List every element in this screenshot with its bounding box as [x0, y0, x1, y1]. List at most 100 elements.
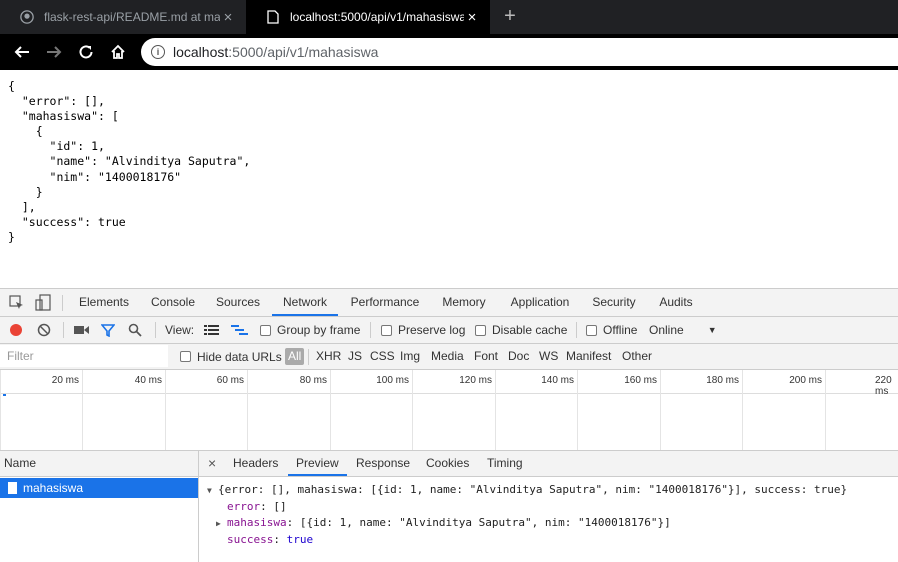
dropdown-arrow-icon: ▼: [707, 325, 717, 335]
preview-root-row[interactable]: ▼ {error: [], mahasiswa: [{id: 1, name: "…: [207, 482, 847, 499]
inspect-element-icon[interactable]: [9, 295, 24, 313]
clear-icon: [37, 323, 51, 337]
timeline-tick: [0, 370, 1, 450]
filter-type-js[interactable]: JS: [348, 344, 362, 369]
expanded-triangle-icon[interactable]: ▼: [207, 483, 215, 499]
detail-tab-response[interactable]: Response: [356, 451, 410, 476]
screenshot-button[interactable]: [74, 317, 89, 343]
browser-tab-strip: flask-rest-api/README.md at ma × localho…: [0, 0, 898, 34]
list-icon: [204, 325, 219, 335]
record-icon: [10, 324, 22, 336]
throttling-select[interactable]: Online ▼: [649, 317, 717, 343]
filter-type-doc[interactable]: Doc: [508, 344, 529, 369]
preserve-log-checkbox[interactable]: Preserve log: [381, 317, 465, 343]
tab-console[interactable]: Console: [143, 289, 203, 316]
filter-type-all[interactable]: All: [285, 348, 305, 365]
filter-type-font[interactable]: Font: [474, 344, 498, 369]
timeline-tick-label: 140 ms: [541, 375, 574, 386]
timeline-tick-label: 40 ms: [134, 375, 162, 386]
filter-type-css[interactable]: CSS: [370, 344, 395, 369]
disable-cache-checkbox[interactable]: Disable cache: [475, 317, 567, 343]
filter-type-ws[interactable]: WS: [539, 344, 558, 369]
tab-sources[interactable]: Sources: [210, 289, 266, 316]
reload-icon: [79, 45, 93, 59]
back-arrow-icon: [14, 46, 29, 58]
filter-bar: Hide data URLs All XHR JS CSS Img Media …: [0, 344, 898, 370]
detail-tabbar: × Headers Preview Response Cookies Timin…: [199, 451, 898, 477]
detail-tab-preview[interactable]: Preview: [288, 451, 347, 476]
column-header-name[interactable]: Name: [0, 451, 198, 477]
checkbox-box[interactable]: [260, 324, 271, 336]
timeline-tick-label: 20 ms: [51, 375, 79, 386]
close-tab-icon[interactable]: ×: [220, 9, 236, 26]
close-tab-icon[interactable]: ×: [464, 9, 480, 26]
json-line: "success": true: [8, 214, 126, 229]
preview-mahasiswa-row[interactable]: ▶ mahasiswa: [{id: 1, name: "Alvinditya S…: [207, 515, 847, 532]
request-list: Name mahasiswa: [0, 451, 199, 562]
preview-error-row: error: []: [227, 500, 287, 513]
tab-audits[interactable]: Audits: [652, 289, 700, 316]
filter-type-media[interactable]: Media: [431, 344, 464, 369]
record-button[interactable]: [9, 317, 23, 343]
timeline-tick: [165, 370, 166, 450]
document-icon: [8, 482, 17, 494]
tab-memory[interactable]: Memory: [436, 289, 492, 316]
timeline-tick: [577, 370, 578, 450]
group-by-frame-checkbox[interactable]: Group by frame: [260, 317, 360, 343]
network-overview-timeline[interactable]: 20 ms 40 ms 60 ms 80 ms 100 ms 120 ms 14…: [0, 370, 898, 451]
filter-type-xhr[interactable]: XHR: [316, 344, 341, 369]
json-response-body: { "error": [], "mahasiswa": [ { "id": 1,…: [8, 79, 250, 245]
hide-data-urls-checkbox[interactable]: Hide data URLs: [180, 344, 282, 369]
browser-tab-api[interactable]: localhost:5000/api/v1/mahasiswa ×: [246, 0, 490, 34]
request-name: mahasiswa: [23, 481, 84, 495]
large-rows-button[interactable]: [204, 317, 219, 343]
search-button[interactable]: [128, 317, 142, 343]
timeline-tick: [82, 370, 83, 450]
json-line: "error": [],: [8, 94, 105, 109]
new-tab-button[interactable]: +: [500, 5, 520, 28]
request-row[interactable]: mahasiswa: [0, 478, 198, 498]
json-line: "nim": "1400018176": [8, 169, 182, 184]
checkbox-box[interactable]: [586, 324, 597, 336]
filter-type-img[interactable]: Img: [400, 344, 420, 369]
checkbox-box[interactable]: [381, 324, 392, 336]
devtools-panel: Elements Console Sources Network Perform…: [0, 288, 898, 562]
waterfall-overview-button[interactable]: [231, 317, 248, 343]
tab-performance[interactable]: Performance: [346, 289, 424, 316]
timeline-tick-label: 120 ms: [459, 375, 492, 386]
timeline-tick-label: 200 ms: [789, 375, 822, 386]
timeline-tick: [495, 370, 496, 450]
forward-button[interactable]: [40, 38, 68, 66]
close-detail-icon[interactable]: ×: [208, 451, 216, 476]
offline-checkbox[interactable]: Offline: [586, 317, 637, 343]
json-line: }: [8, 229, 15, 244]
device-toolbar-icon[interactable]: [35, 294, 51, 314]
collapsed-triangle-icon[interactable]: ▶: [216, 516, 224, 532]
site-info-icon[interactable]: i: [151, 45, 165, 59]
waterfall-icon: [231, 325, 248, 335]
filter-input[interactable]: [0, 345, 168, 367]
request-bar: [3, 394, 6, 396]
filter-toggle-button[interactable]: [101, 317, 115, 343]
timeline-tick: [330, 370, 331, 450]
timeline-tick-label: 220 ms: [875, 375, 892, 397]
checkbox-box[interactable]: [180, 351, 191, 362]
checkbox-box[interactable]: [475, 324, 486, 336]
home-button[interactable]: [104, 38, 132, 66]
detail-tab-headers[interactable]: Headers: [233, 451, 278, 476]
filter-type-manifest[interactable]: Manifest: [566, 344, 611, 369]
tab-application[interactable]: Application: [503, 289, 577, 316]
reload-button[interactable]: [72, 38, 100, 66]
browser-tab-readme[interactable]: flask-rest-api/README.md at ma ×: [0, 0, 246, 34]
detail-tab-timing[interactable]: Timing: [487, 451, 523, 476]
browser-toolbar: i localhost:5000/api/v1/mahasiswa: [0, 34, 898, 70]
separator: [62, 295, 63, 311]
clear-button[interactable]: [37, 317, 51, 343]
tab-elements[interactable]: Elements: [73, 289, 135, 316]
address-bar[interactable]: i localhost:5000/api/v1/mahasiswa: [141, 38, 898, 66]
detail-tab-cookies[interactable]: Cookies: [426, 451, 469, 476]
filter-type-other[interactable]: Other: [622, 344, 652, 369]
tab-network[interactable]: Network: [272, 289, 338, 316]
back-button[interactable]: [8, 38, 36, 66]
tab-security[interactable]: Security: [588, 289, 640, 316]
